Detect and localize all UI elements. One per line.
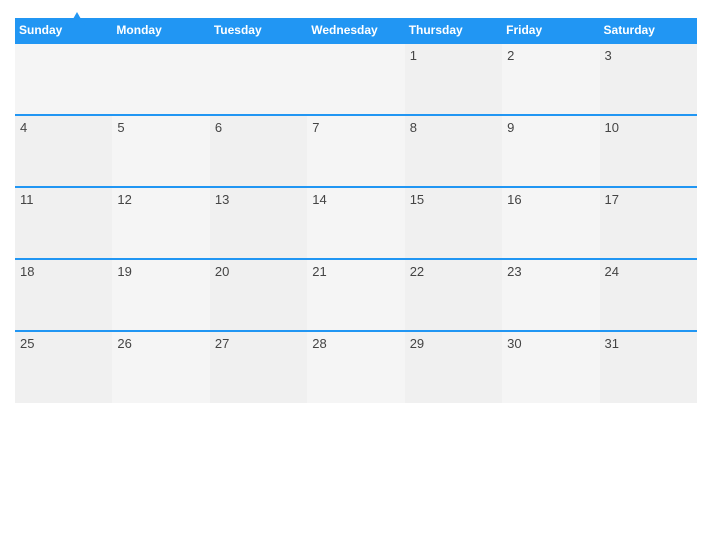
calendar-day-cell: 15	[405, 187, 502, 259]
calendar-day-cell: 5	[112, 115, 209, 187]
day-number: 10	[605, 120, 619, 135]
calendar-container: SundayMondayTuesdayWednesdayThursdayFrid…	[0, 0, 712, 550]
calendar-day-cell	[15, 43, 112, 115]
weekday-header-friday: Friday	[502, 18, 599, 43]
calendar-day-cell: 27	[210, 331, 307, 403]
day-number: 20	[215, 264, 229, 279]
calendar-day-cell: 19	[112, 259, 209, 331]
calendar-day-cell: 12	[112, 187, 209, 259]
calendar-grid: SundayMondayTuesdayWednesdayThursdayFrid…	[15, 18, 697, 403]
calendar-week-2: 11 12 13 14 15 16 17	[15, 187, 697, 259]
calendar-day-cell: 1	[405, 43, 502, 115]
day-number: 31	[605, 336, 619, 351]
day-number: 3	[605, 48, 612, 63]
calendar-day-cell: 9	[502, 115, 599, 187]
day-number: 2	[507, 48, 514, 63]
calendar-day-cell: 14	[307, 187, 404, 259]
calendar-day-cell: 21	[307, 259, 404, 331]
calendar-day-cell: 16	[502, 187, 599, 259]
calendar-day-cell: 29	[405, 331, 502, 403]
day-number: 21	[312, 264, 326, 279]
day-number: 1	[410, 48, 417, 63]
day-number: 13	[215, 192, 229, 207]
weekday-row: SundayMondayTuesdayWednesdayThursdayFrid…	[15, 18, 697, 43]
day-number: 6	[215, 120, 222, 135]
day-number: 8	[410, 120, 417, 135]
calendar-day-cell: 11	[15, 187, 112, 259]
day-number: 4	[20, 120, 27, 135]
day-number: 7	[312, 120, 319, 135]
calendar-day-cell: 10	[600, 115, 697, 187]
calendar-week-0: 1 2 3	[15, 43, 697, 115]
calendar-day-cell	[210, 43, 307, 115]
calendar-day-cell: 26	[112, 331, 209, 403]
calendar-body: 1234567891011121314151617181920212223242…	[15, 43, 697, 403]
day-number: 14	[312, 192, 326, 207]
day-number: 23	[507, 264, 521, 279]
day-number: 9	[507, 120, 514, 135]
calendar-day-cell: 23	[502, 259, 599, 331]
calendar-day-cell: 31	[600, 331, 697, 403]
day-number: 18	[20, 264, 34, 279]
weekday-header-saturday: Saturday	[600, 18, 697, 43]
calendar-day-cell	[112, 43, 209, 115]
calendar-day-cell: 8	[405, 115, 502, 187]
day-number: 11	[20, 192, 34, 207]
calendar-week-1: 4 5 6 7 8 9 10	[15, 115, 697, 187]
day-number: 19	[117, 264, 131, 279]
day-number: 30	[507, 336, 521, 351]
weekday-header-thursday: Thursday	[405, 18, 502, 43]
calendar-day-cell: 4	[15, 115, 112, 187]
calendar-day-cell: 24	[600, 259, 697, 331]
day-number: 12	[117, 192, 131, 207]
weekday-header-sunday: Sunday	[15, 18, 112, 43]
day-number: 24	[605, 264, 619, 279]
calendar-day-cell: 3	[600, 43, 697, 115]
calendar-day-cell: 18	[15, 259, 112, 331]
calendar-day-cell: 22	[405, 259, 502, 331]
calendar-header-row: SundayMondayTuesdayWednesdayThursdayFrid…	[15, 18, 697, 43]
calendar-day-cell	[307, 43, 404, 115]
calendar-day-cell: 7	[307, 115, 404, 187]
calendar-day-cell: 6	[210, 115, 307, 187]
weekday-header-tuesday: Tuesday	[210, 18, 307, 43]
calendar-day-cell: 13	[210, 187, 307, 259]
day-number: 28	[312, 336, 326, 351]
calendar-day-cell: 28	[307, 331, 404, 403]
calendar-week-4: 25 26 27 28 29 30 31	[15, 331, 697, 403]
day-number: 15	[410, 192, 424, 207]
day-number: 5	[117, 120, 124, 135]
day-number: 29	[410, 336, 424, 351]
day-number: 16	[507, 192, 521, 207]
weekday-header-monday: Monday	[112, 18, 209, 43]
calendar-day-cell: 2	[502, 43, 599, 115]
day-number: 17	[605, 192, 619, 207]
day-number: 25	[20, 336, 34, 351]
day-number: 27	[215, 336, 229, 351]
day-number: 26	[117, 336, 131, 351]
calendar-day-cell: 30	[502, 331, 599, 403]
calendar-day-cell: 25	[15, 331, 112, 403]
logo-triangle-icon	[69, 12, 85, 26]
weekday-header-wednesday: Wednesday	[307, 18, 404, 43]
calendar-week-3: 18 19 20 21 22 23 24	[15, 259, 697, 331]
day-number: 22	[410, 264, 424, 279]
calendar-day-cell: 17	[600, 187, 697, 259]
calendar-day-cell: 20	[210, 259, 307, 331]
